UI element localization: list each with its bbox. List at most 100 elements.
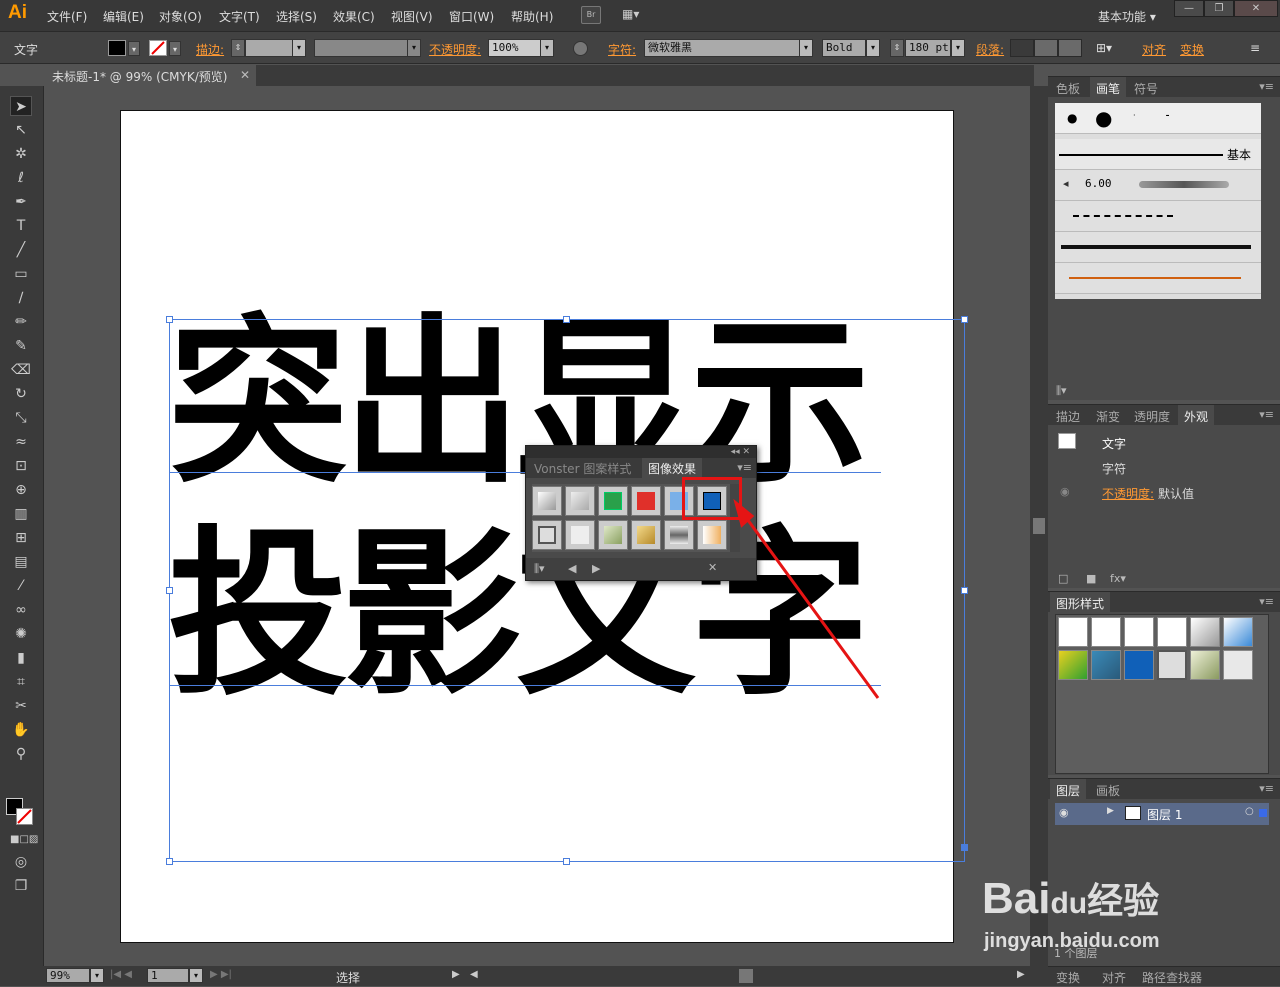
first-artboard-icon[interactable]: |◀ ◀ [110, 969, 132, 980]
font-size-dropdown-icon[interactable]: ▾ [951, 39, 965, 57]
next-library-icon[interactable]: ▶ [592, 562, 600, 575]
add-effect-icon[interactable]: fx▾ [1110, 572, 1126, 585]
opacity-field[interactable]: 100% [488, 39, 542, 57]
stroke-color-box[interactable] [16, 808, 33, 825]
paintbrush-tool-icon[interactable]: ∕ [10, 288, 32, 308]
stroke-label[interactable]: 描边: [196, 41, 224, 58]
mesh-tool-icon[interactable]: ⊞ [10, 528, 32, 548]
tab-stroke[interactable]: 描边 [1050, 405, 1086, 425]
close-tab-icon[interactable]: ✕ [240, 68, 250, 82]
transform-link[interactable]: 变换 [1180, 41, 1204, 58]
effect-swatch-7[interactable] [532, 520, 562, 550]
line-tool-icon[interactable]: ╱ [10, 240, 32, 260]
opacity-dropdown-icon[interactable]: ▾ [540, 39, 554, 57]
magic-wand-tool-icon[interactable]: ✲ [10, 144, 32, 164]
stroke-weight-dropdown-icon[interactable]: ▾ [292, 39, 306, 57]
artboard-tool-icon[interactable]: ⌗ [10, 672, 32, 692]
layer-target-icon[interactable]: ○ [1245, 806, 1254, 817]
style-pair[interactable] [1157, 617, 1187, 647]
menu-effect[interactable]: 效果(C) [333, 8, 375, 25]
menu-view[interactable]: 视图(V) [391, 8, 433, 25]
style-default[interactable] [1058, 617, 1088, 647]
appearance-opacity-label[interactable]: 不透明度: [1102, 485, 1154, 502]
selection-tool-icon[interactable]: ➤ [10, 96, 32, 116]
column-graph-tool-icon[interactable]: ▮ [10, 648, 32, 668]
recolor-icon[interactable] [573, 41, 588, 56]
brushes-menu-icon[interactable]: ▾≡ [1259, 80, 1274, 93]
tab-image-effects[interactable]: 图像效果 [642, 458, 703, 478]
font-size-stepper[interactable]: ⇕ [890, 39, 904, 57]
zoom-tool-icon[interactable]: ⚲ [10, 744, 32, 764]
scroll-right-icon[interactable]: ▶ [1017, 969, 1025, 980]
align-link[interactable]: 对齐 [1142, 41, 1166, 58]
style-gray-gradient[interactable] [1190, 617, 1220, 647]
envelope-icon[interactable]: ⊞▾ [1096, 41, 1112, 55]
handle-bottom-mid[interactable] [563, 858, 570, 865]
pencil-tool-icon[interactable]: ✏ [10, 312, 32, 332]
effect-swatch-2[interactable] [565, 486, 595, 516]
prev-library-icon[interactable]: ◀ [568, 562, 576, 575]
align-right-button[interactable] [1058, 39, 1082, 57]
stroke-weight-field[interactable] [245, 39, 293, 57]
arrange-documents-icon[interactable]: ▦▾ [622, 7, 650, 23]
profile-dropdown-icon[interactable]: ▾ [407, 39, 421, 57]
tab-vonster-patterns[interactable]: Vonster 图案样式 [528, 458, 637, 478]
scale-tool-icon[interactable]: ⤡ [10, 408, 32, 428]
library-menu-icon[interactable]: ▾≡ [737, 461, 752, 474]
handle-top-mid[interactable] [563, 316, 570, 323]
effect-swatch-12[interactable] [697, 520, 727, 550]
control-menu-icon[interactable]: ≡ [1250, 41, 1260, 55]
blend-tool-icon[interactable]: ∞ [10, 600, 32, 620]
artboard-dropdown-icon[interactable]: ▾ [189, 968, 203, 983]
close-window-button[interactable]: ✕ [1234, 0, 1278, 17]
brush-calligraphic-icon[interactable]: ⁃ [1165, 111, 1170, 122]
tab-brushes[interactable]: 画笔 [1090, 77, 1127, 97]
restore-button[interactable]: ❐ [1204, 0, 1234, 17]
paragraph-label[interactable]: 段落: [976, 41, 1004, 58]
hand-tool-icon[interactable]: ✋ [10, 720, 32, 740]
vertical-scrollbar[interactable] [1030, 86, 1048, 966]
color-mode-icons[interactable]: ■□▨ [10, 830, 38, 850]
rotate-tool-icon[interactable]: ↻ [10, 384, 32, 404]
break-link-icon[interactable]: ✕ [708, 561, 717, 574]
workspace-switcher[interactable]: 基本功能 ▾ [1098, 8, 1156, 25]
symbol-sprayer-tool-icon[interactable]: ✺ [10, 624, 32, 644]
font-family-dropdown-icon[interactable]: ▾ [799, 39, 813, 57]
menu-select[interactable]: 选择(S) [276, 8, 317, 25]
style-white[interactable] [1124, 617, 1154, 647]
tab-transform[interactable]: 变换 [1050, 967, 1086, 987]
style-blue-glow[interactable] [1223, 617, 1253, 647]
add-fill-icon[interactable]: ■ [1086, 572, 1096, 585]
brush-dot-small-icon[interactable]: ● [1067, 111, 1077, 125]
style-light[interactable] [1223, 650, 1253, 680]
blob-brush-tool-icon[interactable]: ✎ [10, 336, 32, 356]
appearance-menu-icon[interactable]: ▾≡ [1259, 408, 1274, 421]
tab-symbols[interactable]: 符号 [1128, 77, 1164, 97]
style-blue-pattern[interactable] [1091, 650, 1121, 680]
perspective-grid-tool-icon[interactable]: ▥ [10, 504, 32, 524]
add-stroke-icon[interactable]: □ [1058, 572, 1068, 585]
character-label[interactable]: 字符: [608, 41, 636, 58]
menu-edit[interactable]: 编辑(E) [103, 8, 144, 25]
style-no-stroke[interactable] [1091, 617, 1121, 647]
align-left-button[interactable] [1010, 39, 1034, 57]
menu-window[interactable]: 窗口(W) [449, 8, 494, 25]
tab-appearance[interactable]: 外观 [1178, 405, 1215, 425]
fill-dropdown-icon[interactable]: ▾ [128, 41, 140, 56]
bridge-button[interactable]: Br [581, 6, 601, 24]
scroll-left-icon[interactable]: ◀ [470, 969, 478, 980]
opacity-label[interactable]: 不透明度: [429, 41, 481, 58]
artboard-number-field[interactable]: 1 [147, 968, 189, 983]
handle-mid-right[interactable] [961, 587, 968, 594]
stroke-dropdown-icon[interactable]: ▾ [169, 41, 181, 56]
draw-mode-icon[interactable]: ◎ [10, 852, 32, 872]
layer-expand-icon[interactable]: ▶ [1107, 806, 1114, 816]
brush-bristle[interactable]: ◂ 6.00 [1055, 170, 1261, 201]
screen-mode-icon[interactable]: ❐ [10, 876, 32, 896]
stroke-weight-stepper[interactable]: ⇕ [231, 39, 245, 57]
effect-swatch-3[interactable] [598, 486, 628, 516]
library-menu-button-icon[interactable]: ⫼▾ [534, 562, 545, 576]
tab-gradient[interactable]: 渐变 [1090, 405, 1126, 425]
effect-swatch-11[interactable] [664, 520, 694, 550]
tab-transparency[interactable]: 透明度 [1128, 405, 1176, 425]
